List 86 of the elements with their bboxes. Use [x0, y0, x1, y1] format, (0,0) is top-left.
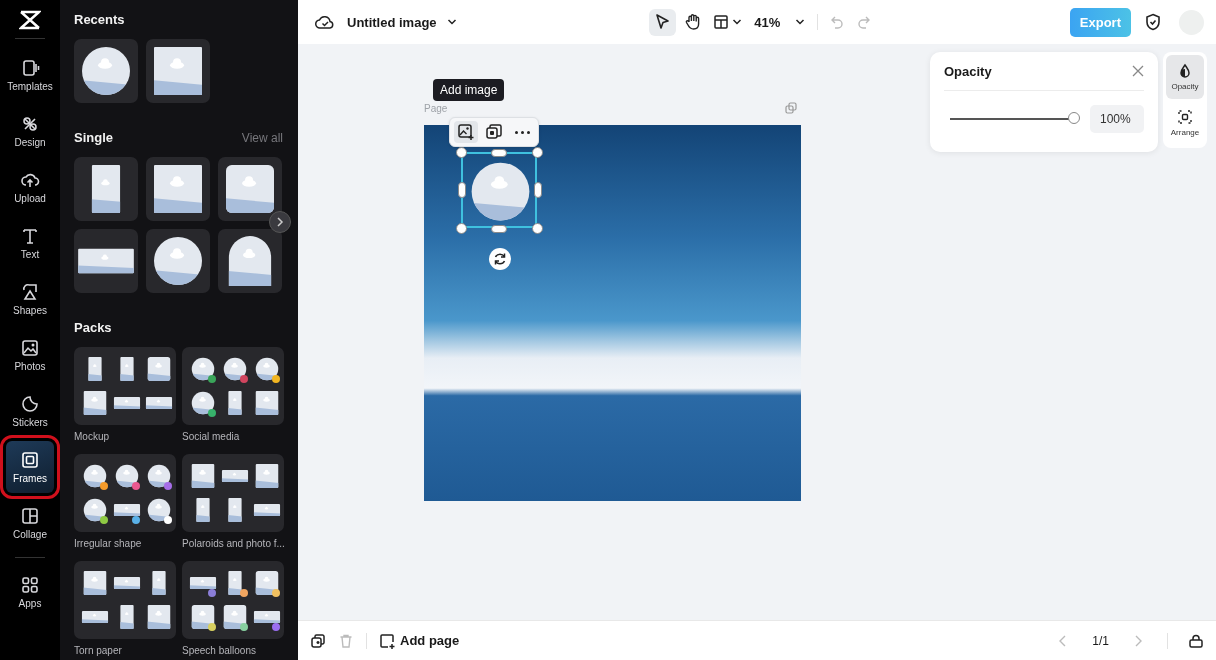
frame-pack-card[interactable] [74, 561, 176, 639]
pack-label: Torn paper [74, 645, 123, 656]
collage-icon [20, 506, 40, 526]
chevron-right-icon [276, 217, 284, 227]
side-tab[interactable]: Arrange [1166, 101, 1204, 145]
rail-item[interactable]: Design [6, 105, 54, 157]
frame-pack-card[interactable] [74, 347, 176, 425]
duplicate-page-button[interactable] [310, 632, 326, 649]
chevron-right-icon [1133, 633, 1143, 648]
text-icon [20, 226, 40, 246]
chevron-down-icon [794, 17, 805, 27]
chevron-down-icon [731, 17, 742, 27]
frame-tile[interactable] [74, 229, 138, 293]
resize-handle[interactable] [532, 223, 543, 234]
rail-item[interactable]: Shapes [6, 273, 54, 325]
add-image-icon [457, 123, 475, 141]
rail-item[interactable]: Photos [6, 329, 54, 381]
page-counter: 1/1 [1092, 633, 1109, 648]
frame-tile[interactable] [74, 39, 138, 103]
redo-icon [857, 15, 872, 29]
pointer-tool-button[interactable] [648, 8, 676, 36]
opacity-value-field[interactable]: 100% [1090, 105, 1144, 133]
slider-thumb[interactable] [1068, 112, 1080, 124]
pack-label: Polaroids and photo f... [182, 538, 284, 549]
chevron-down-icon [446, 17, 457, 27]
view-all-link[interactable]: View all [241, 130, 283, 145]
resize-handle[interactable] [491, 225, 507, 233]
rail-item[interactable]: Text [6, 217, 54, 269]
panel-title: Opacity [944, 63, 992, 79]
resize-handle[interactable] [532, 147, 543, 158]
pack-label: Social media [182, 431, 241, 442]
layout-icon [712, 14, 729, 30]
sticker-icon [20, 394, 40, 414]
resize-handle[interactable] [534, 182, 542, 198]
frame-pack-card[interactable] [182, 454, 284, 532]
close-button[interactable] [1132, 65, 1144, 77]
duplicate-icon [310, 632, 326, 649]
pack-label: Mockup [74, 431, 110, 442]
side-tab[interactable]: Opacity [1166, 55, 1204, 99]
rail-item[interactable]: Templates [6, 49, 54, 101]
resize-handle[interactable] [456, 223, 467, 234]
cloud-check-icon[interactable] [315, 13, 335, 31]
layers-icon [485, 123, 503, 141]
close-icon [1132, 65, 1144, 77]
pack-label: Irregular shape [74, 538, 143, 549]
frame-tile[interactable] [74, 157, 138, 221]
add-page-button[interactable]: Add page [379, 632, 460, 649]
resize-handle[interactable] [458, 182, 466, 198]
frame-pack-card[interactable] [182, 561, 284, 639]
frame-tile[interactable] [218, 157, 282, 221]
frame-tile[interactable] [146, 157, 210, 221]
rail-item[interactable]: Stickers [6, 385, 54, 437]
frame-pack-card[interactable] [182, 347, 284, 425]
frame-icon [20, 450, 40, 470]
undo-icon [830, 15, 845, 29]
rotate-icon [493, 252, 507, 266]
shield-check-icon[interactable] [1145, 13, 1161, 31]
next-button[interactable] [269, 211, 291, 233]
add-page-icon [379, 632, 395, 649]
frame-tile[interactable] [146, 39, 210, 103]
rail-item[interactable]: Apps [6, 566, 54, 618]
tooltip: Add image [433, 79, 505, 101]
apps-icon [20, 575, 40, 595]
arrange-icon [1177, 109, 1193, 125]
frame-tile[interactable] [218, 229, 282, 293]
page-label: Page [424, 103, 448, 114]
section-title: Single [74, 130, 113, 145]
document-title[interactable]: Untitled image [347, 14, 437, 30]
trash-icon [338, 632, 354, 649]
more-icon [514, 130, 530, 134]
rail-item[interactable]: Collage [6, 497, 54, 549]
resize-handle[interactable] [491, 149, 507, 157]
section-title: Packs [74, 320, 112, 335]
photo-icon [20, 338, 40, 358]
rail-item[interactable]: Upload [6, 161, 54, 213]
pack-label: Speech balloons [182, 645, 257, 656]
phone-icon [20, 58, 40, 78]
pointer-icon [653, 13, 672, 31]
logo-icon[interactable] [19, 10, 41, 30]
section-title: Recents [74, 12, 125, 27]
frame-tile[interactable] [146, 229, 210, 293]
shapes-icon [20, 282, 40, 302]
opacity-icon [1177, 63, 1193, 79]
add-image-button[interactable] [454, 121, 478, 143]
frame-pack-card[interactable] [74, 454, 176, 532]
zoom-button[interactable]: 41% [753, 8, 781, 36]
